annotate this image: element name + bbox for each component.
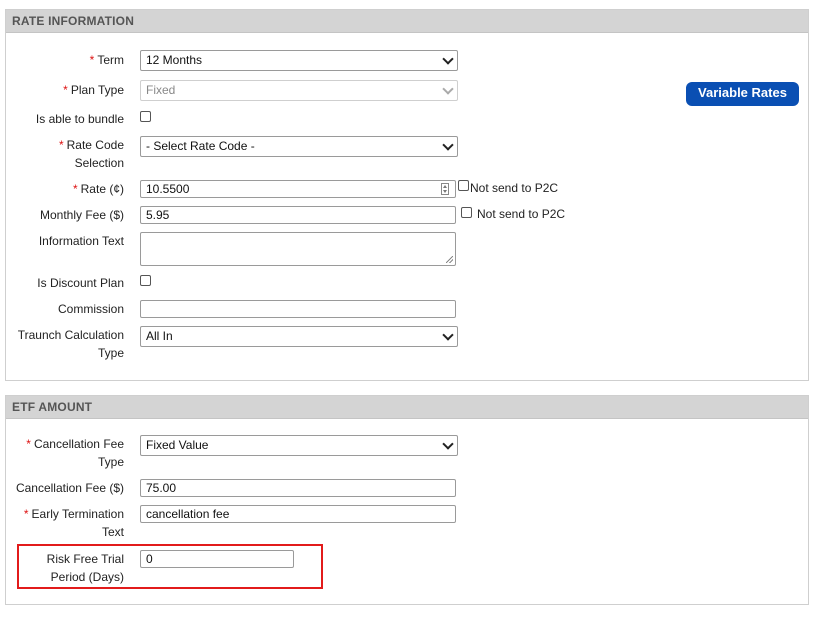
chevron-down-icon: [442, 139, 454, 151]
rate-code-select[interactable]: - Select Rate Code -: [140, 136, 458, 157]
cancellation-fee-input[interactable]: 75.00: [140, 479, 456, 497]
resize-grip-icon[interactable]: [446, 256, 453, 263]
cancellation-fee-type-label: * Cancellation Fee Type: [26, 437, 124, 469]
information-text-area[interactable]: [140, 232, 456, 266]
early-termination-label: * Early Termination Text: [23, 507, 124, 539]
discount-plan-checkbox[interactable]: [140, 275, 151, 286]
information-text-label: Information Text: [38, 234, 124, 248]
spinner-icon[interactable]: [441, 183, 449, 195]
term-select[interactable]: 12 Months: [140, 50, 458, 71]
variable-rates-button[interactable]: Variable Rates: [686, 82, 799, 106]
plan-type-select[interactable]: Fixed: [140, 80, 458, 101]
chevron-down-icon: [442, 83, 454, 95]
early-termination-input[interactable]: cancellation fee: [140, 505, 456, 523]
monthly-fee-label: Monthly Fee ($): [39, 208, 124, 222]
cancellation-fee-type-select[interactable]: Fixed Value: [140, 435, 458, 456]
commission-label: Commission: [57, 302, 124, 316]
bundle-label: Is able to bundle: [35, 112, 124, 126]
etf-amount-header: ETF AMOUNT: [6, 396, 808, 419]
rate-not-send-p2c-checkbox[interactable]: [458, 180, 469, 191]
chevron-down-icon: [442, 438, 454, 450]
rate-label: * Rate (¢): [72, 182, 124, 196]
traunch-calculation-select[interactable]: All In: [140, 326, 458, 347]
monthly-fee-input[interactable]: 5.95: [140, 206, 456, 224]
rate-code-label: * Rate Code Selection: [58, 138, 124, 170]
chevron-down-icon: [442, 53, 454, 65]
chevron-down-icon: [442, 329, 454, 341]
rate-input[interactable]: 10.5500: [140, 180, 456, 198]
risk-free-trial-label: Risk Free Trial Period (Days): [46, 552, 124, 584]
cancellation-fee-label: Cancellation Fee ($): [15, 481, 124, 495]
bundle-checkbox[interactable]: [140, 111, 151, 122]
discount-plan-label: Is Discount Plan: [37, 276, 124, 290]
risk-free-trial-input[interactable]: 0: [140, 550, 294, 568]
rate-not-send-p2c-label: Not send to P2C: [470, 181, 559, 195]
commission-input[interactable]: [140, 300, 456, 318]
term-label: * Term: [89, 53, 124, 67]
plan-type-label: * Plan Type: [63, 83, 124, 97]
rate-information-header: RATE INFORMATION: [6, 10, 808, 33]
monthly-fee-not-send-p2c-checkbox[interactable]: [461, 207, 472, 218]
monthly-fee-not-send-p2c-label: Not send to P2C: [477, 207, 566, 221]
traunch-calculation-label: Traunch Calculation Type: [17, 328, 124, 360]
